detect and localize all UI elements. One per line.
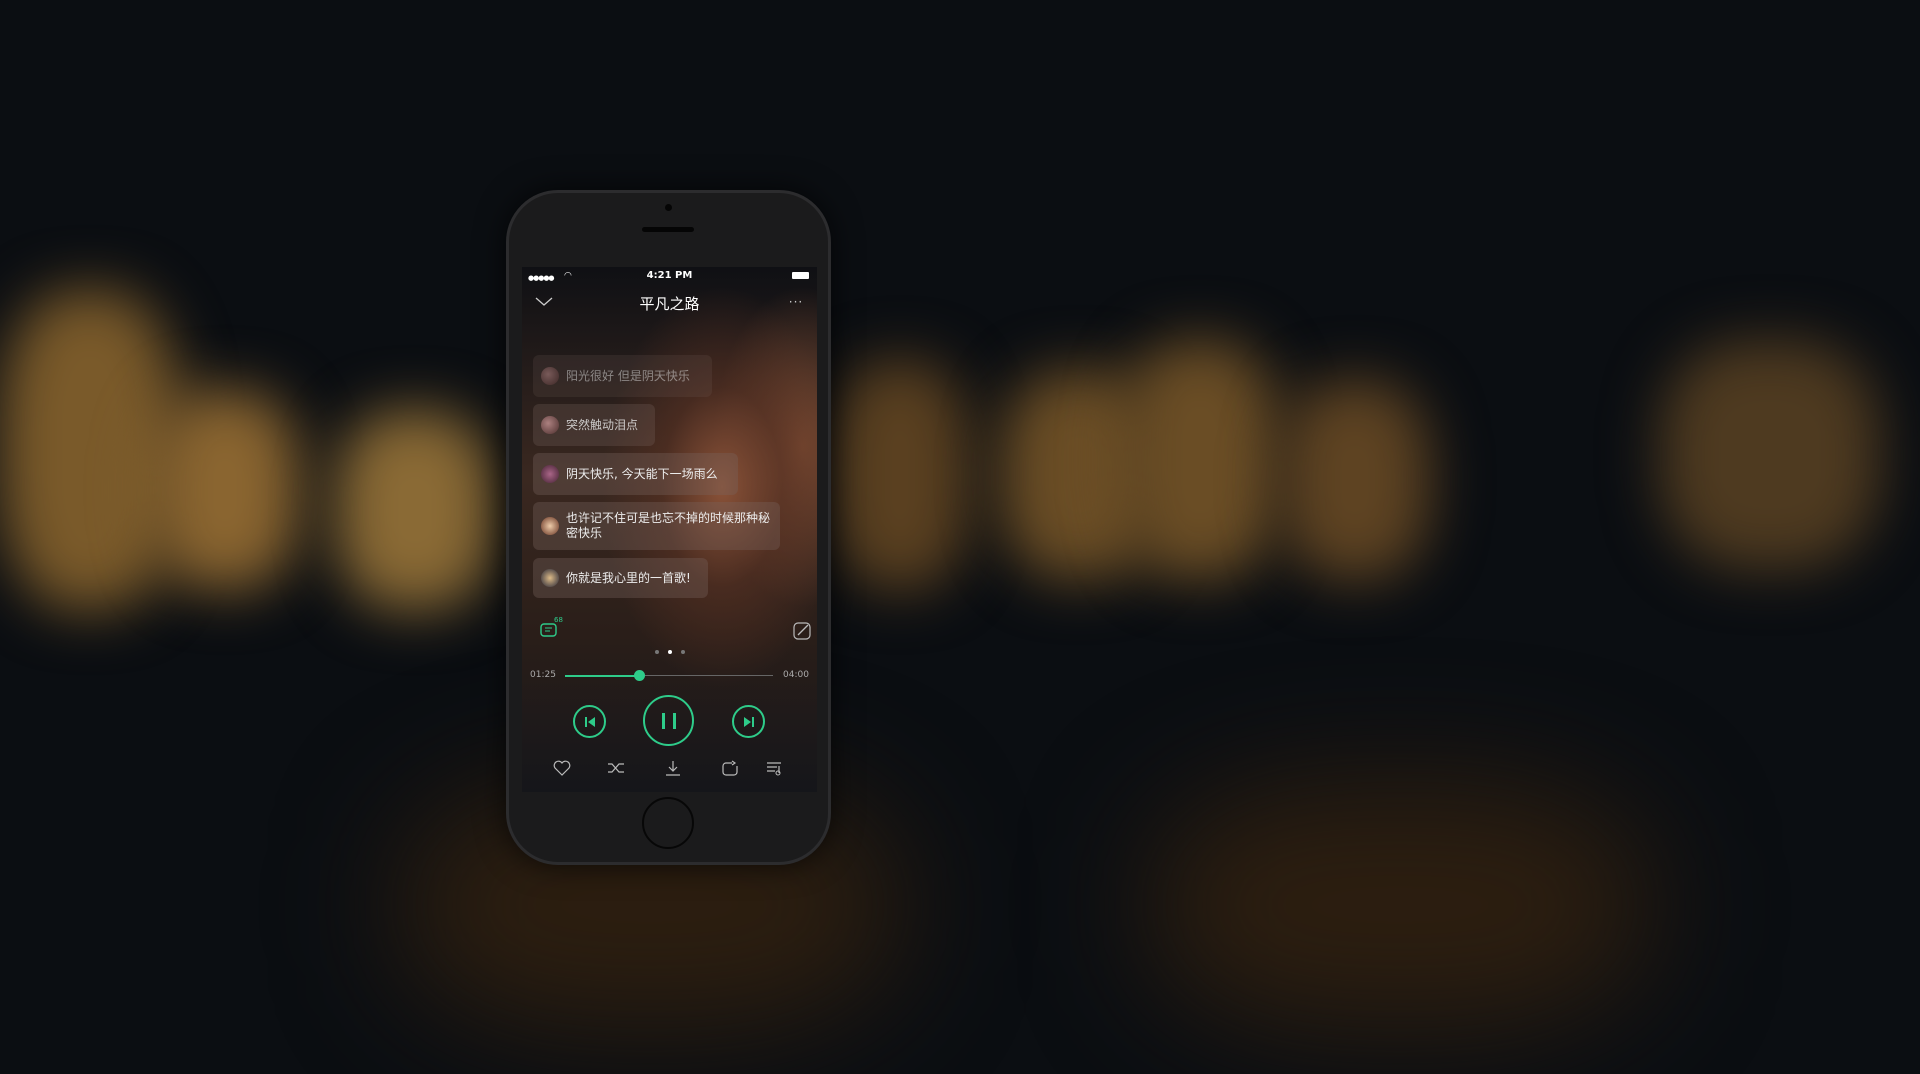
bokeh-light xyxy=(150,390,300,590)
battery-icon xyxy=(792,272,809,279)
avatar xyxy=(541,416,559,434)
skip-back-icon xyxy=(584,716,595,727)
front-camera xyxy=(665,204,672,211)
playlist-icon[interactable] xyxy=(763,757,787,779)
comment-text: 也许记不住可是也忘不掉的时候那种秘密快乐 xyxy=(566,511,771,540)
bokeh-light xyxy=(1150,780,1650,1030)
avatar xyxy=(541,465,559,483)
comment-count-badge: 68 xyxy=(554,616,563,624)
progress-track[interactable] xyxy=(565,670,773,681)
avatar xyxy=(541,569,559,587)
skip-forward-icon xyxy=(743,716,754,727)
bokeh-light xyxy=(830,360,970,590)
write-comment-icon[interactable] xyxy=(634,621,654,641)
bokeh-light xyxy=(1280,380,1430,580)
progress-fill xyxy=(565,674,639,677)
comment-bubble[interactable]: 阳光很好 但是阴天快乐 xyxy=(533,355,712,397)
pause-button[interactable] xyxy=(643,695,694,746)
bokeh-light xyxy=(335,410,495,610)
bokeh-light xyxy=(1120,340,1280,580)
comment-bubble[interactable]: 突然触动泪点 xyxy=(533,404,655,446)
status-time: 4:21 PM xyxy=(646,270,693,281)
next-track-button[interactable] xyxy=(732,705,765,738)
avatar xyxy=(541,517,559,535)
compose-icon[interactable] xyxy=(792,621,812,641)
page-dot[interactable] xyxy=(655,650,659,654)
page-dot-active[interactable] xyxy=(668,650,672,654)
progress-knob[interactable] xyxy=(633,670,645,681)
page-dot[interactable] xyxy=(681,650,685,654)
song-title: 平凡之路 xyxy=(639,295,700,313)
comment-bubble[interactable]: 阴天快乐, 今天能下一场雨么 xyxy=(533,453,738,495)
comment-bubble[interactable]: 也许记不住可是也忘不掉的时候那种秘密快乐 xyxy=(533,502,780,550)
more-options-icon[interactable]: ··· xyxy=(784,293,808,311)
like-heart-icon[interactable] xyxy=(550,757,574,779)
speaker-grille xyxy=(642,227,694,232)
elapsed-time: 01:25 xyxy=(530,670,556,680)
home-button[interactable] xyxy=(642,797,694,849)
previous-track-button[interactable] xyxy=(573,705,606,738)
comment-bubble[interactable]: 你就是我心里的一首歌! xyxy=(533,558,708,598)
total-duration: 04:00 xyxy=(783,670,809,680)
pause-icon xyxy=(661,712,676,729)
shuffle-icon[interactable] xyxy=(604,757,628,779)
share-icon[interactable] xyxy=(718,757,742,779)
comment-text: 突然触动泪点 xyxy=(566,417,639,432)
page-indicator xyxy=(655,650,685,654)
bokeh-light xyxy=(1660,340,1880,570)
avatar xyxy=(541,367,559,385)
player-screen: ●●●●● ◠ 4:21 PM 平凡之路 ··· 阳光很好 但是阴天快乐 突然触… xyxy=(522,267,817,792)
comment-text: 阳光很好 但是阴天快乐 xyxy=(566,368,690,383)
comment-text: 阴天快乐, 今天能下一场雨么 xyxy=(566,466,718,481)
comment-text: 你就是我心里的一首歌! xyxy=(566,570,691,585)
download-icon[interactable] xyxy=(661,757,685,779)
